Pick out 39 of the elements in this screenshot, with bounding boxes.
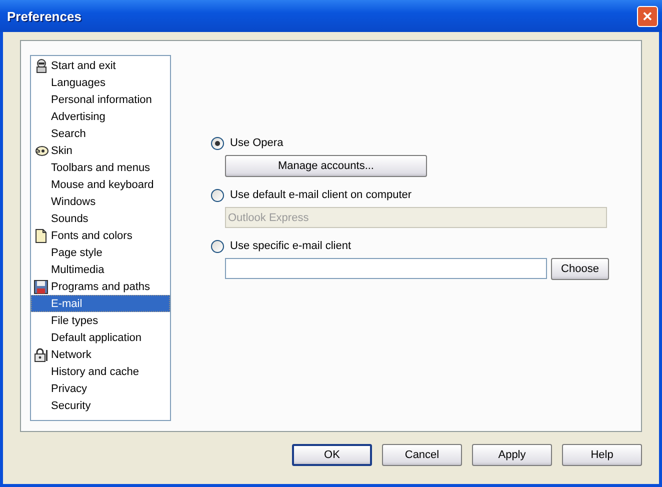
dialog-button[interactable]: Cancel — [382, 444, 462, 466]
sidebar-item[interactable]: Start and exit — [31, 57, 170, 74]
sidebar-item[interactable]: Skin — [31, 142, 170, 159]
sidebar-item[interactable]: Sounds — [31, 210, 170, 227]
dialog-button[interactable]: Apply — [472, 444, 552, 466]
sidebar-item[interactable]: Advertising — [31, 108, 170, 125]
sidebar-item[interactable]: Multimedia — [31, 261, 170, 278]
close-button[interactable]: ✕ — [637, 6, 658, 26]
sidebar-item[interactable]: Security — [31, 397, 170, 414]
radio-option[interactable]: Use Opera — [211, 135, 611, 151]
sidebar-item[interactable]: Network — [31, 346, 170, 363]
sidebar-item[interactable]: Windows — [31, 193, 170, 210]
sidebar-item[interactable]: File types — [31, 312, 170, 329]
sidebar-item[interactable]: Personal information — [31, 91, 170, 108]
sidebar-item[interactable]: Default application — [31, 329, 170, 346]
dialog-button[interactable]: Help — [562, 444, 642, 466]
dialog-button[interactable]: OK — [292, 444, 372, 466]
window-title: Preferences — [7, 8, 82, 24]
sidebar-item[interactable]: Toolbars and menus — [31, 159, 170, 176]
person-icon — [34, 58, 48, 72]
manage-accounts-button[interactable]: Manage accounts... — [225, 155, 427, 177]
sidebar-item[interactable]: History and cache — [31, 363, 170, 380]
choose-button[interactable]: Choose — [551, 258, 609, 280]
radio-button[interactable] — [211, 136, 224, 150]
padlock-icon — [34, 348, 48, 362]
sidebar-item[interactable]: Privacy — [31, 380, 170, 397]
client-path-field[interactable] — [225, 258, 547, 279]
page-icon — [35, 228, 47, 242]
radio-button[interactable] — [211, 188, 224, 202]
sidebar-item[interactable]: Page style — [31, 244, 170, 261]
sidebar-item[interactable]: Languages — [31, 74, 170, 91]
sidebar-item[interactable]: Programs and paths — [31, 278, 170, 295]
radio-option[interactable]: Use default e-mail client on computer — [211, 187, 611, 203]
radio-option[interactable]: Use specific e-mail client — [211, 238, 611, 254]
radio-button[interactable] — [211, 240, 224, 252]
sidebar-item[interactable]: E-mail — [31, 295, 170, 312]
sidebar-item[interactable]: Search — [31, 125, 170, 142]
sidebar-item[interactable]: Mouse and keyboard — [31, 176, 170, 193]
sidebar-item[interactable]: Fonts and colors — [31, 227, 170, 244]
